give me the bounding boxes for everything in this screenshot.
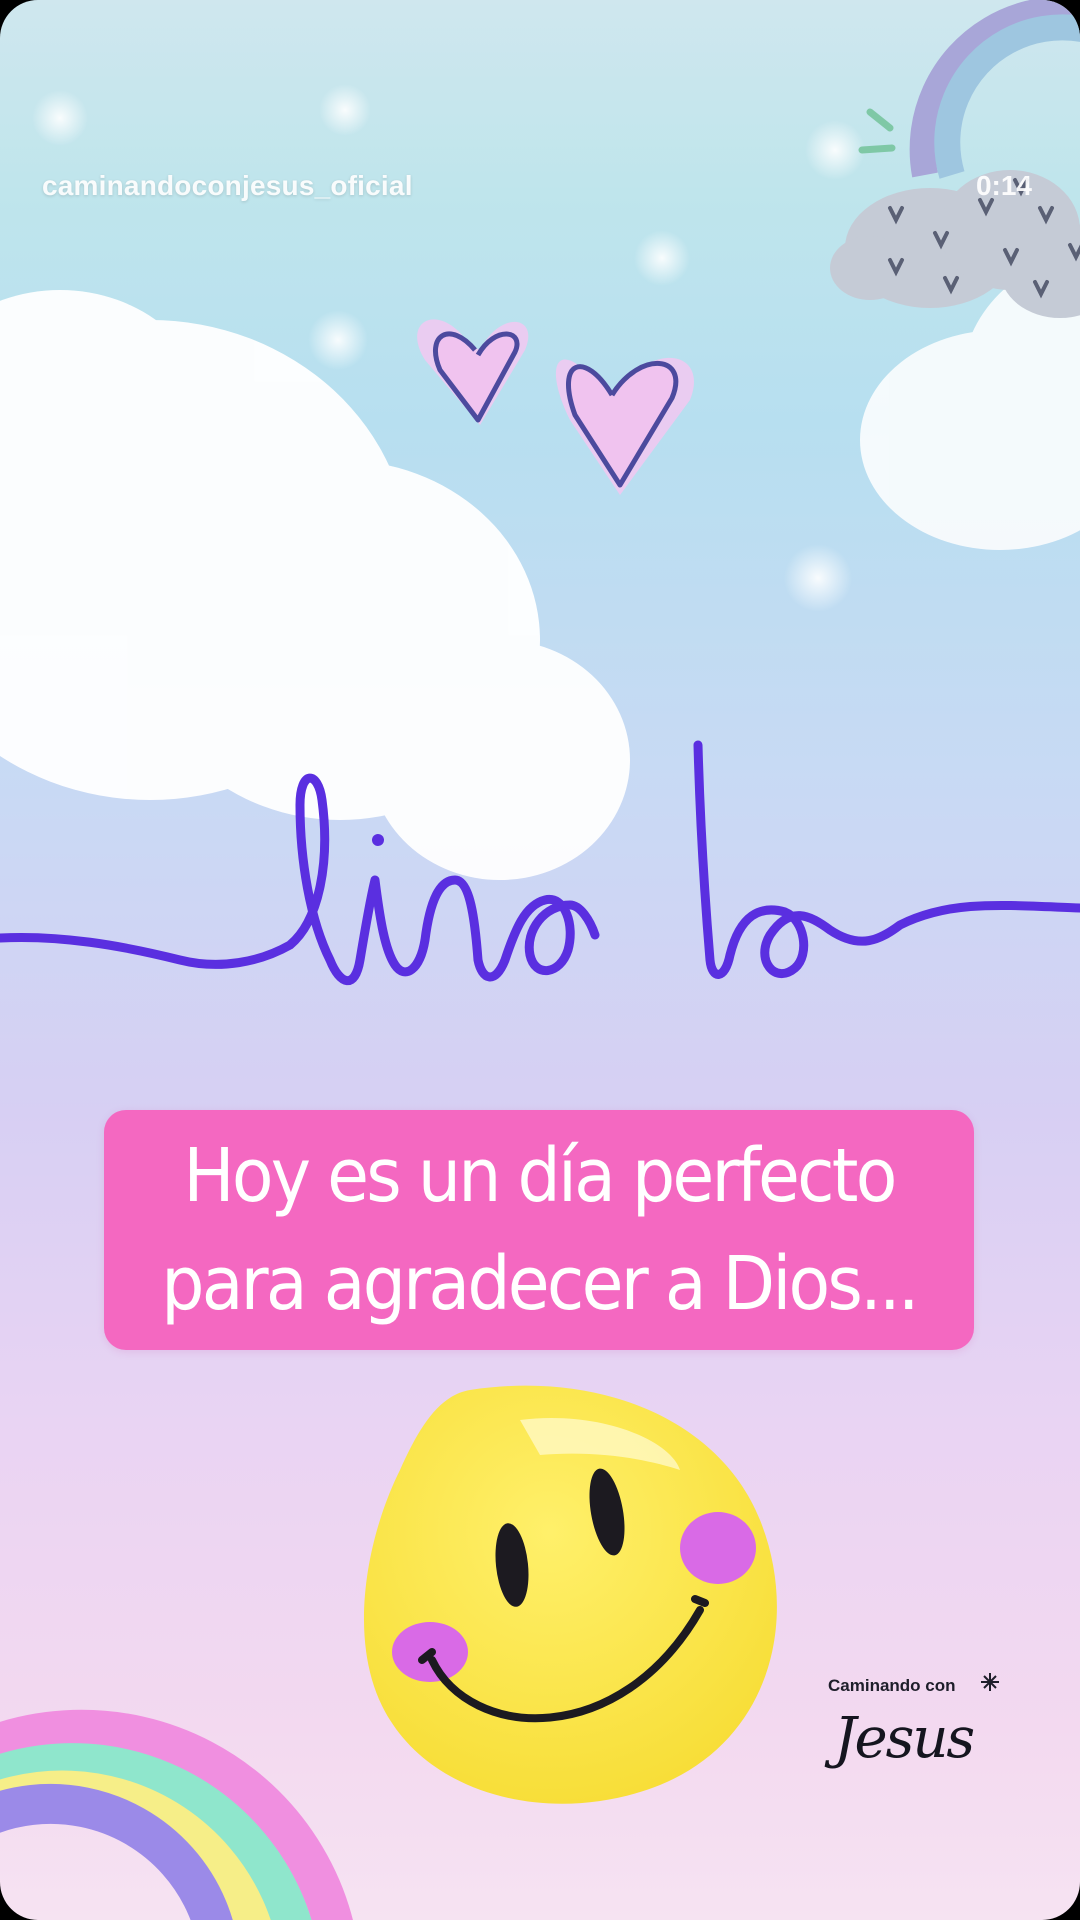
story-viewer[interactable]: caminandoconjesus_oficial 0:14 Hoy es un… [0, 0, 1080, 1920]
caption-line-1: Hoy es un día perfecto [183, 1133, 897, 1219]
caption-line-2: para agradecer a Dios... [161, 1241, 919, 1327]
brand-logo: Caminando con Jesus [820, 1672, 1000, 1792]
heart-icon [417, 319, 529, 425]
cloud-left [0, 290, 630, 880]
rainbow-icon [0, 1709, 353, 1920]
rainbow-icon [909, 0, 1080, 179]
caption-text: Hoy es un día perfecto para agradecer a … [139, 1122, 939, 1338]
heart-icon [555, 357, 694, 495]
brand-top-text: Caminando con [828, 1676, 956, 1695]
smiley-icon [363, 1385, 777, 1804]
cloud-icon [830, 170, 1080, 318]
caption-box: Hoy es un día perfecto para agradecer a … [104, 1110, 974, 1350]
story-username[interactable]: caminandoconjesus_oficial [42, 170, 413, 202]
sparkle-icon [981, 1673, 999, 1691]
brand-script-text: Jesus [834, 1706, 975, 1771]
story-background-art [0, 0, 1080, 1920]
story-timestamp: 0:14 [975, 170, 1032, 201]
